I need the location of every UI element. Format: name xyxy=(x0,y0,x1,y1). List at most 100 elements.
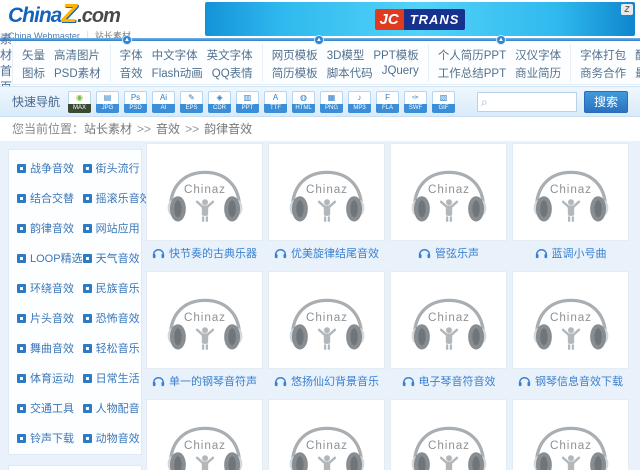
sound-title-link[interactable]: 悠扬仙幻背景音乐 xyxy=(268,371,385,391)
search-box[interactable]: ⌕ xyxy=(477,91,577,112)
nav-link[interactable]: PSD素材 xyxy=(54,65,101,81)
svg-text:Chinaz: Chinaz xyxy=(306,311,348,324)
sound-title-link[interactable]: 钢琴信息音效下载 xyxy=(512,371,629,391)
sidebar-category-link[interactable]: 天气音效 xyxy=(82,250,151,266)
nav-link[interactable]: 工作总结PPT xyxy=(438,65,506,81)
sound-title-link[interactable]: 单一的钢琴音符声 xyxy=(146,371,263,391)
sidebar-category-link[interactable]: 环绕音效 xyxy=(17,280,83,296)
file-type-glyph-icon: ♪ xyxy=(348,90,372,104)
sidebar-category-link[interactable]: 动物音效 xyxy=(82,430,151,446)
ad-banner[interactable]: JC TRANS Z xyxy=(205,2,635,36)
sidebar-category-link[interactable]: 轻松音乐 xyxy=(82,340,151,356)
sidebar-category-link[interactable]: 民族音乐 xyxy=(82,280,151,296)
sound-thumbnail[interactable]: Chinaz xyxy=(146,143,263,241)
sound-thumbnail[interactable]: Chinaz xyxy=(512,399,629,470)
sidebar-category-link[interactable]: 体育运动 xyxy=(17,370,83,386)
sound-thumbnail[interactable]: Chinaz xyxy=(268,399,385,470)
sidebar-category-link[interactable]: 摇滚乐音效 xyxy=(82,190,151,206)
jctrans-logo: JC TRANS xyxy=(374,8,466,30)
sound-title-link[interactable]: 优美旋律结尾音效 xyxy=(268,243,385,263)
headphone-icon xyxy=(152,249,165,259)
category-label: 交通工具 xyxy=(30,403,74,415)
nav-link[interactable]: 最新更新 xyxy=(635,65,640,81)
file-type-glyph-icon: ▧ xyxy=(432,90,456,104)
nav-link[interactable]: 字体 xyxy=(120,47,143,63)
nav-link[interactable]: 商务合作 xyxy=(580,65,626,81)
format-icon-jpg[interactable]: ▤ JPG xyxy=(96,90,120,113)
sound-thumbnail[interactable]: Chinaz xyxy=(146,399,263,470)
bullet-icon xyxy=(17,253,26,263)
nav-link[interactable]: 音效 xyxy=(120,65,143,81)
sound-thumbnail[interactable]: Chinaz xyxy=(512,143,629,241)
sidebar-category-link[interactable]: 铃声下载 xyxy=(17,430,83,446)
format-icon-html[interactable]: ◍ HTML xyxy=(292,90,316,113)
nav-link[interactable]: 矢量 xyxy=(22,47,45,63)
sidebar-category-link[interactable]: 韵律音效 xyxy=(17,220,83,236)
search-input[interactable] xyxy=(489,95,570,108)
format-icon-psd[interactable]: Ps PSD xyxy=(124,90,148,113)
sound-title: 电子琴音符音效 xyxy=(418,376,496,388)
site-logo[interactable]: ChinaZ.com China Webmaster ｜站长素材 xyxy=(8,0,198,42)
sidebar-category-link[interactable]: 交通工具 xyxy=(17,400,83,416)
sound-thumbnail[interactable]: Chinaz xyxy=(390,399,507,470)
sidebar-category-link[interactable]: 战争音效 xyxy=(17,160,83,176)
breadcrumb-link[interactable]: 站长素材 xyxy=(84,122,132,136)
sidebar-category-link[interactable]: 日常生活 xyxy=(82,370,151,386)
nav-link[interactable]: JQuery xyxy=(382,65,419,81)
sidebar-category-link[interactable]: 结合交替 xyxy=(17,190,83,206)
nav-link[interactable]: 汉仪字体 xyxy=(515,47,561,63)
nav-link[interactable]: Flash动画 xyxy=(152,65,203,81)
format-icon-cdr[interactable]: ◈ CDR xyxy=(208,90,232,113)
sound-title-link[interactable]: 蓝调小号曲 xyxy=(512,243,629,263)
format-icon-ai[interactable]: Ai AI xyxy=(152,90,176,113)
search-button[interactable]: 搜索 xyxy=(584,90,628,113)
nav-link[interactable]: 字体打包 xyxy=(580,47,626,63)
sound-title-link[interactable]: 管弦乐声 xyxy=(390,243,507,263)
headphones-image: Chinaz xyxy=(411,298,486,350)
nav-link[interactable]: 高清图片 xyxy=(54,47,100,63)
breadcrumb-link[interactable]: 音效 xyxy=(156,122,180,136)
svg-text:Chinaz: Chinaz xyxy=(428,311,470,324)
nav-link[interactable]: 简历模板 xyxy=(272,65,318,81)
nav-link[interactable]: 3D模型 xyxy=(327,47,365,63)
nav-link[interactable]: 酷站欣赏 xyxy=(635,47,640,63)
format-icon-max[interactable]: ◉ MAX xyxy=(68,90,92,113)
sidebar-category-link[interactable]: 街头流行 xyxy=(82,160,151,176)
sound-thumbnail[interactable]: Chinaz xyxy=(512,271,629,369)
sound-thumbnail[interactable]: Chinaz xyxy=(390,143,507,241)
file-type-glyph-icon: ◈ xyxy=(208,90,232,104)
nav-link[interactable]: 商业简历 xyxy=(515,65,561,81)
nav-link[interactable]: 英文字体 xyxy=(207,47,253,63)
sidebar-category-link[interactable]: 网站应用 xyxy=(82,220,151,236)
sound-title-link[interactable]: 快节奏的古典乐器 xyxy=(146,243,263,263)
format-icon-ppt[interactable]: ▥ PPT xyxy=(236,90,260,113)
nav-home-link[interactable]: 素材 首页 xyxy=(0,31,12,95)
sidebar-category-link[interactable]: 人物配音 xyxy=(82,400,151,416)
nav-link[interactable]: PPT模板 xyxy=(373,47,418,63)
format-icon-ttf[interactable]: A TTF xyxy=(264,90,288,113)
ad-close-icon[interactable]: Z xyxy=(621,4,633,15)
sound-title-link[interactable]: 电子琴音符音效 xyxy=(390,371,507,391)
format-icon-eps[interactable]: ✎ EPS xyxy=(180,90,204,113)
sidebar-category-link[interactable]: 恐怖音效 xyxy=(82,310,151,326)
sidebar-category-link[interactable]: LOOP精选 xyxy=(17,250,83,266)
nav-link[interactable]: 个人简历PPT xyxy=(438,47,506,63)
sound-thumbnail[interactable]: Chinaz xyxy=(146,271,263,369)
format-icon-mp3[interactable]: ♪ MP3 xyxy=(348,90,372,113)
format-icon-png[interactable]: ▦ PNG xyxy=(320,90,344,113)
nav-link[interactable]: 图标 xyxy=(22,65,45,81)
format-icon-swf[interactable]: ✑ SWF xyxy=(404,90,428,113)
nav-link[interactable]: 中文字体 xyxy=(152,47,198,63)
sound-thumbnail[interactable]: Chinaz xyxy=(268,271,385,369)
sound-thumbnail[interactable]: Chinaz xyxy=(390,271,507,369)
sidebar-category-link[interactable]: 舞曲音效 xyxy=(17,340,83,356)
nav-link[interactable]: 脚本代码 xyxy=(327,65,373,81)
format-icon-fla[interactable]: F FLA xyxy=(376,90,400,113)
format-icon-gif[interactable]: ▧ GIF xyxy=(432,90,456,113)
nav-link[interactable]: QQ表情 xyxy=(212,65,253,81)
file-type-glyph-icon: Ps xyxy=(124,90,148,104)
breadcrumb-link[interactable]: 韵律音效 xyxy=(204,122,252,136)
nav-link[interactable]: 网页模板 xyxy=(272,47,318,63)
sound-thumbnail[interactable]: Chinaz xyxy=(268,143,385,241)
sidebar-category-link[interactable]: 片头音效 xyxy=(17,310,83,326)
